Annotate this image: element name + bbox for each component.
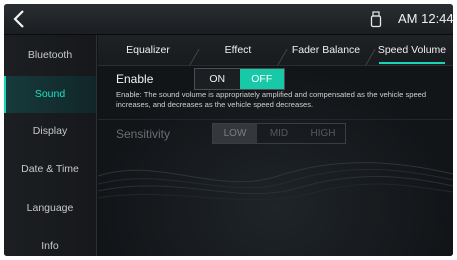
clock: AM 12:44 bbox=[398, 11, 453, 26]
speed-volume-panel: Enable ON OFF Enable: The sound volume i… bbox=[98, 66, 453, 256]
tab-bar: Equalizer Effect Fader Balance Speed Vol… bbox=[98, 35, 453, 66]
sensitivity-mid-option[interactable]: MID bbox=[257, 124, 301, 143]
sensitivity-selector: LOW MID HIGH bbox=[212, 123, 346, 144]
decorative-wave bbox=[98, 162, 453, 201]
sidebar-item-bluetooth[interactable]: Bluetooth bbox=[4, 37, 96, 74]
enable-label: Enable bbox=[116, 72, 154, 86]
sidebar-item-info[interactable]: Info bbox=[4, 228, 96, 256]
sensitivity-low-option[interactable]: LOW bbox=[213, 124, 257, 143]
tab-effect[interactable]: Effect bbox=[198, 35, 278, 65]
sensitivity-label: Sensitivity bbox=[116, 127, 171, 141]
sensitivity-high-option[interactable]: HIGH bbox=[301, 124, 345, 143]
divider bbox=[98, 119, 453, 120]
sidebar-item-sound[interactable]: Sound bbox=[4, 76, 96, 113]
back-button[interactable] bbox=[8, 7, 32, 31]
chevron-left-icon bbox=[13, 10, 24, 28]
enable-on-option[interactable]: ON bbox=[195, 69, 240, 89]
sidebar: Bluetooth Sound Display Date & Time Lang… bbox=[4, 35, 97, 256]
enable-description: Enable: The sound volume is appropriatel… bbox=[116, 90, 427, 109]
tab-equalizer[interactable]: Equalizer bbox=[106, 35, 190, 65]
tab-speed-volume[interactable]: Speed Volume bbox=[371, 35, 453, 65]
sidebar-item-date-time[interactable]: Date & Time bbox=[4, 151, 96, 188]
usb-icon bbox=[370, 11, 382, 28]
sidebar-item-display[interactable]: Display bbox=[4, 113, 96, 150]
screen: AM 12:44 Bluetooth Sound Display Date & … bbox=[4, 4, 453, 256]
status-bar: AM 12:44 bbox=[4, 4, 453, 35]
enable-toggle: ON OFF bbox=[194, 68, 285, 90]
sidebar-item-language[interactable]: Language bbox=[4, 190, 96, 227]
enable-off-option[interactable]: OFF bbox=[239, 69, 284, 89]
tab-fader-balance[interactable]: Fader Balance bbox=[284, 35, 368, 65]
